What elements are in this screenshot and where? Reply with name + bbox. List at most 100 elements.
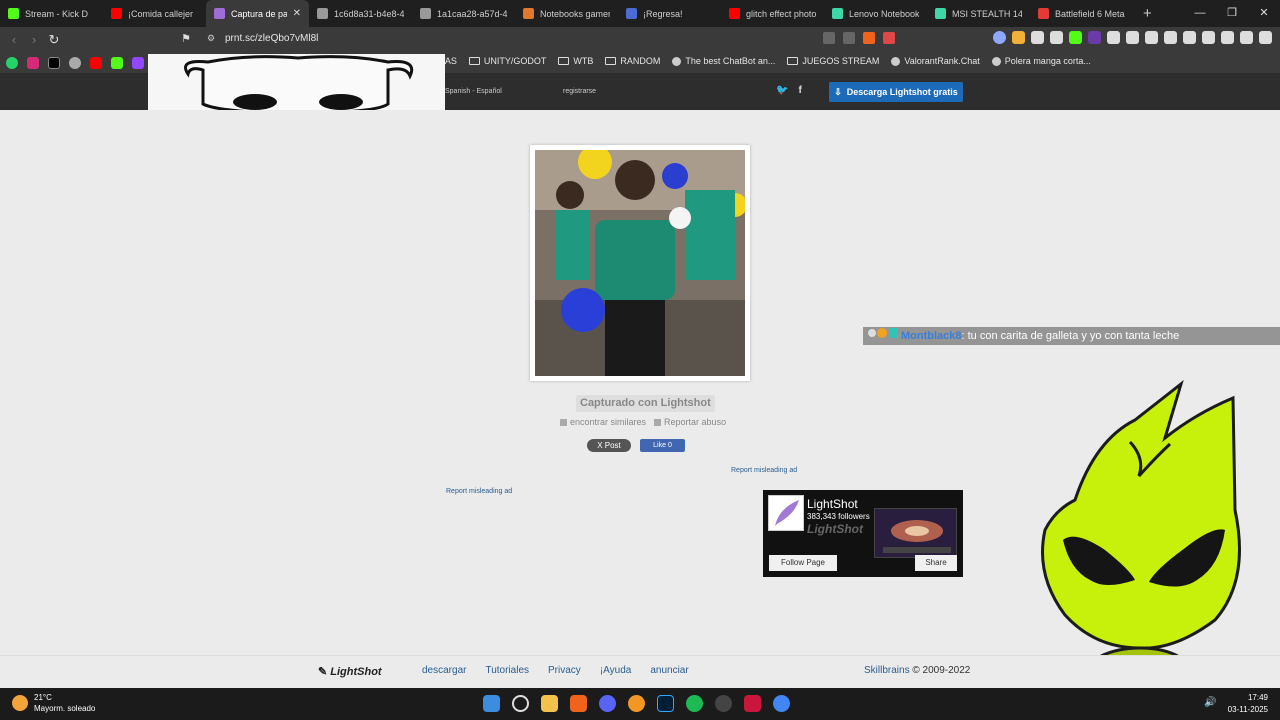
close-tab-icon[interactable]: ✕ [293,8,301,19]
bookmark-item[interactable]: RANDOM [605,56,660,66]
facebook-icon[interactable]: f [798,85,801,96]
extension-icon[interactable] [1088,31,1101,44]
fb-share-button[interactable]: Share [915,555,957,571]
extension-icon[interactable] [1069,31,1082,44]
bookmark-item[interactable]: WTB [558,56,593,66]
screenshot-frame [530,145,750,381]
bookmark-item[interactable]: UNITY/GODOT [468,56,546,66]
photoshop-icon[interactable] [657,695,674,712]
folder-icon [558,57,570,65]
bookmark-icon[interactable]: ⚑ [176,32,196,45]
browser-tab[interactable]: ¡Comida callejer [103,0,206,27]
download-lightshot-button[interactable]: ⇩ Descarga Lightshot gratis [829,82,963,102]
valorant-icon[interactable] [744,695,761,712]
instagram-icon[interactable] [27,57,39,69]
link-favicon-icon [672,56,682,66]
find-similar-link[interactable]: encontrar similares [560,417,646,427]
ai-icon[interactable] [1221,31,1234,44]
brave-shield-icon[interactable] [863,32,875,44]
extension-icon[interactable] [1107,31,1120,44]
bookmark-item[interactable]: The best ChatBot an... [672,56,775,66]
fb-page-name[interactable]: LightShot [807,497,858,511]
minimize-button[interactable]: — [1184,0,1216,27]
install-app-icon[interactable] [823,32,835,44]
extension-icon[interactable] [1031,31,1044,44]
footer-nav-link[interactable]: Tutoriales [485,665,529,676]
browser-tab[interactable]: Stream - Kick D [0,0,103,27]
twitch-icon[interactable] [132,57,144,69]
language-selector[interactable]: Spanish - Español [445,88,502,95]
back-button[interactable]: ‹ [4,32,24,47]
bookmark-item[interactable]: Polera manga corta... [991,56,1091,66]
footer-nav-link[interactable]: anunciar [650,665,688,676]
media-icon[interactable] [1164,31,1177,44]
browser-tab[interactable]: Captura de pan ✕ [206,0,309,27]
maximize-button[interactable]: ❐ [1216,0,1248,27]
x-icon[interactable] [48,57,60,69]
new-tab-button[interactable]: + [1133,5,1162,22]
lightshot-feather-logo[interactable] [768,495,804,531]
close-window-button[interactable]: ✕ [1248,0,1280,27]
report-ad-link-left[interactable]: Report misleading ad [446,488,512,495]
discord-icon[interactable] [599,695,616,712]
search-icon[interactable] [512,695,529,712]
kick-icon[interactable] [111,57,123,69]
browser-tab[interactable]: 1c6d8a31-b4e8-47 [309,0,412,27]
reload-button[interactable]: ↻ [44,32,64,48]
forward-button[interactable]: › [24,32,44,47]
browser-tab[interactable]: glitch effect photos [721,0,824,27]
extension-icon[interactable] [1126,31,1139,44]
window-controls: — ❐ ✕ [1184,0,1280,27]
extension-icon[interactable] [1145,31,1158,44]
skillbrains-link[interactable]: Skillbrains [864,665,910,676]
screenshot-image[interactable] [535,150,745,376]
apple-icon[interactable] [69,57,81,69]
chrome-icon[interactable] [773,695,790,712]
vpn-icon[interactable] [1240,31,1253,44]
tab-title: Captura de pan [231,8,287,19]
tab-title: 1a1caa28-a57d-440 [437,8,507,19]
steam-icon[interactable] [715,695,732,712]
browser-tab[interactable]: Notebooks gamer | [515,0,618,27]
x-post-button[interactable]: X Post [587,439,631,452]
brave-browser-icon[interactable] [570,695,587,712]
youtube-icon[interactable] [90,57,102,69]
fb-follow-page-button[interactable]: Follow Page [769,555,837,571]
facebook-like-button[interactable]: Like 0 [640,439,685,452]
extension-icon[interactable] [993,31,1006,44]
site-info-icon[interactable]: ⚙ [207,33,215,44]
weather-widget[interactable]: 21°C Mayorm. soleado [12,692,95,714]
browser-tab[interactable]: ¡Regresa! [618,0,721,27]
register-link[interactable]: registrarse [563,88,596,95]
wallet-icon[interactable] [1202,31,1215,44]
sidebar-icon[interactable] [1183,31,1196,44]
twitter-icon[interactable]: 🐦 [776,85,788,96]
footer-nav-link[interactable]: Privacy [548,665,581,676]
system-clock[interactable]: 17:49 03-11-2025 [1228,692,1268,716]
browser-tab[interactable]: Battlefield 6 Meta - [1030,0,1133,27]
blender-icon[interactable] [628,695,645,712]
rewards-icon[interactable] [883,32,895,44]
download-icon: ⇩ [834,86,842,97]
share-icon[interactable] [843,32,855,44]
footer-logo[interactable]: ✎ LightShot [318,665,382,678]
extension-icon[interactable] [1012,31,1025,44]
browser-tab[interactable]: Lenovo Notebook G [824,0,927,27]
report-abuse-link[interactable]: Reportar abuso [654,417,726,427]
browser-tab[interactable]: MSI STEALTH 14 ST [927,0,1030,27]
footer-nav-link[interactable]: descargar [422,665,466,676]
spotify-icon[interactable] [686,695,703,712]
whatsapp-icon[interactable] [6,57,18,69]
url-field[interactable]: prnt.sc/zleQbo7vMl8l [225,33,318,44]
bookmark-item[interactable]: ValorantRank.Chat [891,56,980,66]
start-icon[interactable] [483,695,500,712]
report-ad-link-right[interactable]: Report misleading ad [731,467,797,474]
browser-tab[interactable]: 1a1caa28-a57d-440 [412,0,515,27]
bookmark-item[interactable]: JUEGOS STREAM [787,56,879,66]
file-explorer-icon[interactable] [541,695,558,712]
volume-icon[interactable]: 🔊 [1204,697,1216,708]
extension-icon[interactable] [1050,31,1063,44]
footer-nav-link[interactable]: ¡Ayuda [600,665,632,676]
tab-title: Lenovo Notebook G [849,8,919,19]
menu-icon[interactable] [1259,31,1272,44]
